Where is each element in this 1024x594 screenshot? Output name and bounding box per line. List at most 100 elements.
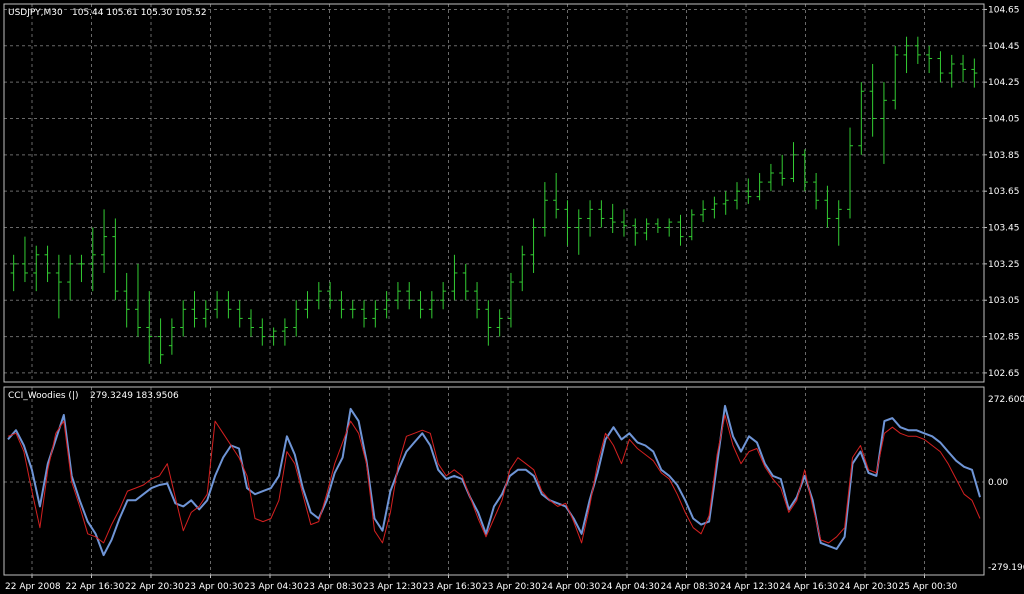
indicator-panel-values: 279.3249 183.9506 (90, 391, 179, 401)
ohlc-bar (67, 254, 74, 301)
ohlc-bar (553, 173, 560, 219)
time-label: 23 Apr 12:30 (363, 582, 422, 592)
ohlc-bar (406, 282, 413, 310)
ohlc-bar (880, 82, 887, 164)
cci-series-cci (7, 404, 981, 557)
time-label: 22 Apr 2008 (5, 582, 61, 592)
ohlc-bar (779, 154, 786, 186)
time-label: 23 Apr 16:30 (423, 582, 482, 592)
ohlc-bar (191, 291, 198, 328)
ohlc-bar (33, 245, 40, 292)
ohlc-bar (620, 209, 627, 237)
ohlc-bar (157, 318, 164, 364)
ohlc-bar (914, 36, 921, 64)
time-label: 24 Apr 12:30 (720, 582, 779, 592)
cci-scale-label: 272.6009 (988, 395, 1024, 405)
ohlc-bar (338, 291, 345, 319)
ohlc-bar (960, 54, 967, 83)
ohlc-bar (417, 291, 424, 319)
ohlc-bar (496, 309, 503, 337)
price-tick-label: 103.45 (988, 224, 1020, 234)
ohlc-bar (440, 282, 447, 310)
ohlc-bar (202, 300, 209, 328)
time-label: 24 Apr 04:30 (601, 582, 660, 592)
ohlc-bar (225, 291, 232, 319)
price-tick-label: 104.65 (988, 5, 1020, 15)
ohlc-bar (903, 36, 910, 74)
time-label: 24 Apr 08:30 (661, 582, 720, 592)
ohlc-bar (349, 300, 356, 319)
cci-series-tcci (7, 414, 981, 544)
ohlc-bar (734, 182, 740, 210)
ohlc-bar (89, 227, 96, 292)
trading-chart[interactable]: 104.65 104.45 104.25 104.05 103.85 103.65 103.… (0, 0, 1024, 594)
ohlc-bar (112, 218, 119, 301)
ohlc-bar (259, 318, 266, 346)
ohlc-bar (10, 254, 17, 292)
price-tick-label: 104.05 (988, 114, 1020, 124)
time-label: 23 Apr 20:30 (482, 582, 541, 592)
ohlc-bar (372, 300, 379, 328)
ohlc-bar (609, 203, 616, 233)
ohlc-bar (711, 196, 718, 219)
time-label: 24 Apr 20:30 (839, 582, 898, 592)
ohlc-bar (971, 58, 978, 88)
ohlc-bar (134, 263, 141, 337)
ohlc-bar (315, 282, 322, 310)
ohlc-bar (394, 282, 401, 310)
ohlc-bar (530, 218, 537, 273)
cci-scale-label: -279.196 (988, 563, 1024, 573)
time-label: 23 Apr 00:30 (185, 582, 244, 592)
price-tick-label: 104.45 (988, 42, 1020, 52)
indicator-panel-title: CCI_Woodies (|) (8, 391, 78, 401)
price-tick-label: 103.25 (988, 260, 1020, 270)
ohlc-bar (722, 191, 729, 215)
ohlc-bar (214, 291, 221, 319)
ohlc-bar (180, 300, 187, 337)
ohlc-bar (485, 300, 492, 346)
time-label: 22 Apr 16:30 (66, 582, 125, 592)
ohlc-bar (790, 142, 797, 183)
price-tick-label: 102.85 (988, 333, 1020, 343)
ohlc-bar (587, 200, 594, 237)
ohlc-bar (632, 218, 639, 246)
price-bars (10, 36, 978, 364)
ohlc-bar (677, 214, 684, 246)
ohlc-bar (293, 300, 300, 337)
time-label: 24 Apr 16:30 (780, 582, 839, 592)
ohlc-bar (869, 63, 876, 137)
time-label: 23 Apr 08:30 (304, 582, 363, 592)
axis-labels: 104.65 104.45 104.25 104.05 103.85 103.65 103.… (5, 5, 1024, 592)
price-panel-ohlc: 105.44 105.61 105.30 105.52 (72, 8, 207, 18)
price-tick-label: 104.25 (988, 78, 1020, 88)
ohlc-bar (937, 51, 944, 83)
time-label: 24 Apr 00:30 (542, 582, 601, 592)
ohlc-bar (835, 200, 842, 246)
price-tick-label: 103.05 (988, 296, 1020, 306)
time-label: 22 Apr 20:30 (125, 582, 184, 592)
price-panel-title: USDJPY,M30 (8, 8, 63, 18)
ohlc-bar (78, 254, 85, 283)
ohlc-bar (643, 218, 650, 241)
ohlc-bar (700, 200, 707, 223)
ohlc-bar (598, 200, 605, 228)
cci-lines (7, 404, 981, 557)
ohlc-bar (44, 245, 51, 283)
ohlc-bar (327, 282, 334, 310)
ohlc-bar (801, 149, 808, 192)
ohlc-bar (926, 45, 933, 74)
ohlc-bar (564, 200, 571, 246)
ohlc-bar (236, 300, 243, 328)
ohlc-bar (451, 254, 458, 301)
price-tick-label: 103.85 (988, 151, 1020, 161)
ohlc-bar (654, 218, 661, 233)
price-tick-label: 103.65 (988, 187, 1020, 197)
ohlc-bar (575, 209, 582, 255)
ohlc-bar (847, 127, 854, 219)
time-label: 23 Apr 04:30 (244, 582, 303, 592)
ohlc-bar (688, 209, 695, 241)
ohlc-bar (428, 291, 435, 319)
ohlc-bar (281, 318, 288, 346)
ohlc-bar (519, 245, 526, 292)
ohlc-bar (541, 182, 548, 237)
